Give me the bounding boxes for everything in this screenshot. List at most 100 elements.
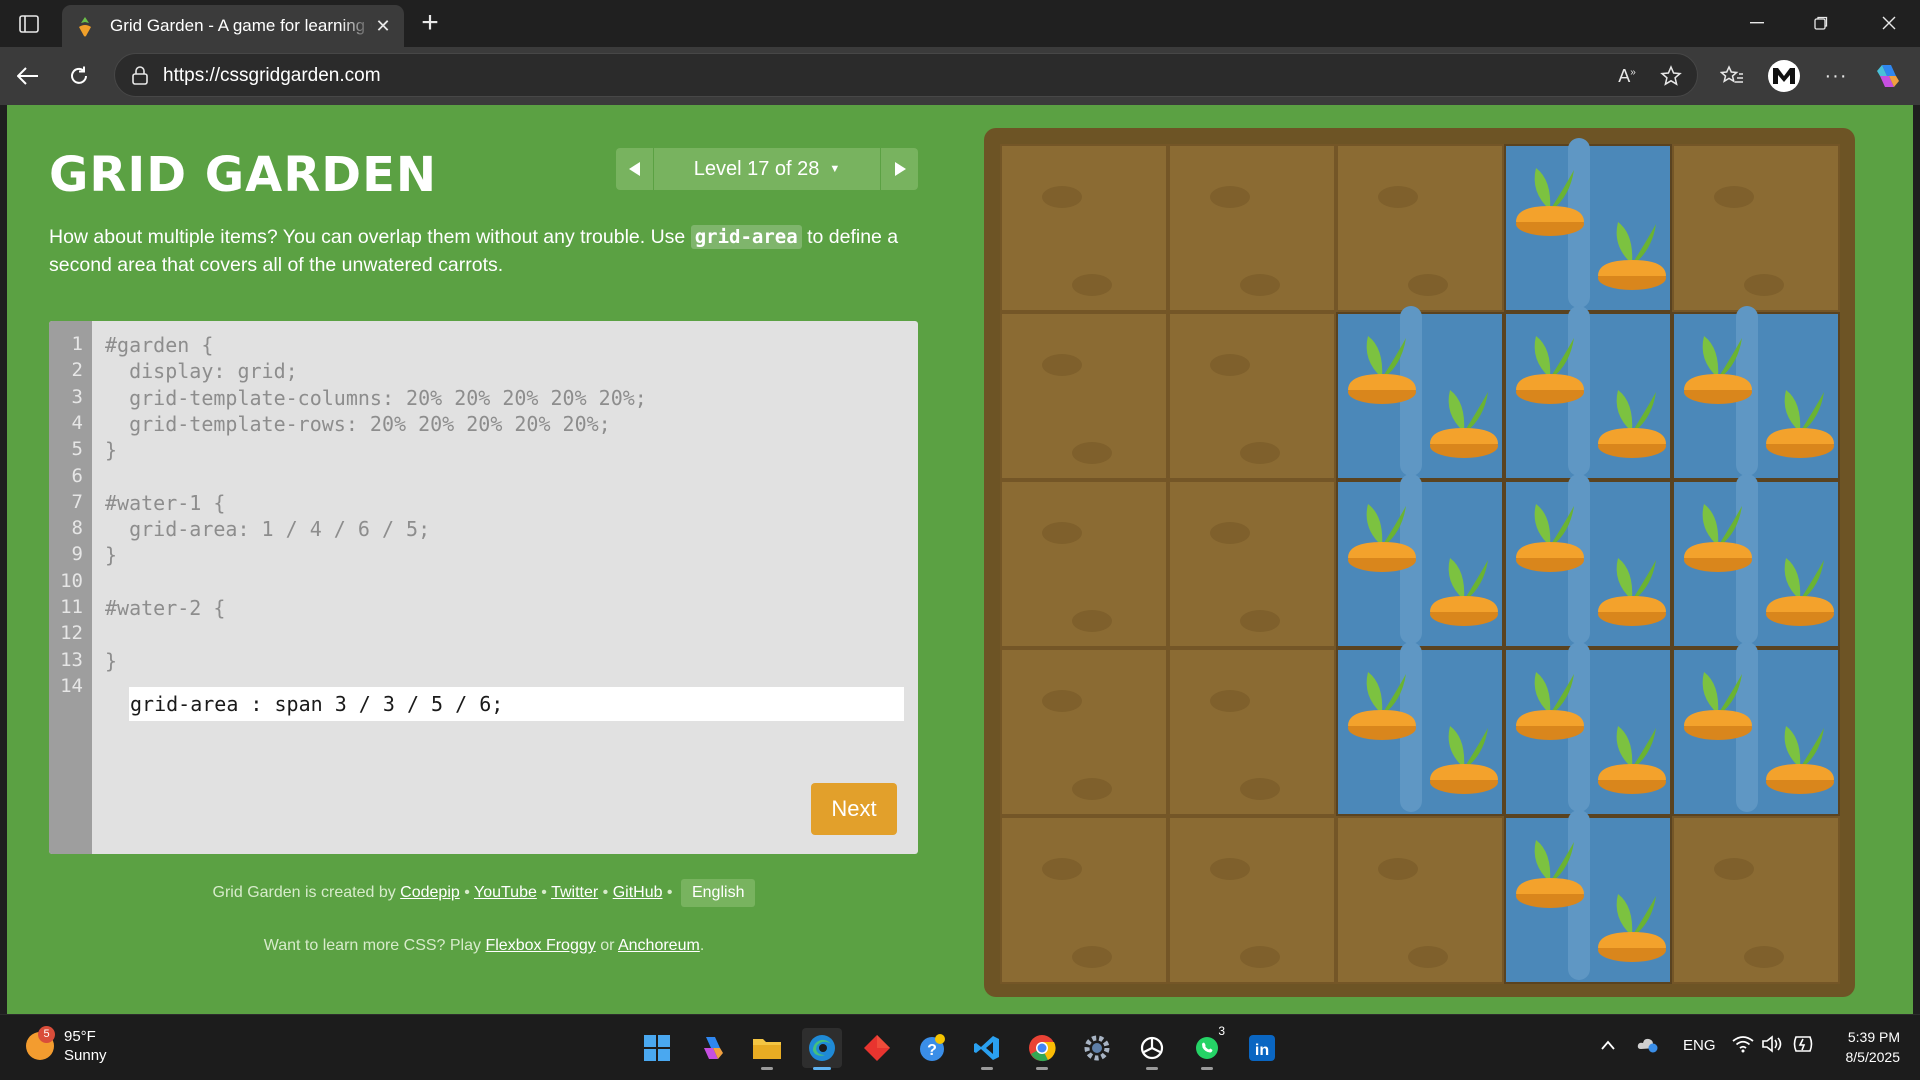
line-number: 5 bbox=[71, 438, 83, 461]
navigation-bar: https://cssgridgarden.com A» ··· bbox=[0, 47, 1920, 105]
previous-level-icon[interactable] bbox=[616, 148, 654, 190]
battery-icon[interactable] bbox=[1792, 1035, 1814, 1057]
svg-text:?: ? bbox=[927, 1042, 937, 1059]
new-tab-icon[interactable]: + bbox=[414, 8, 446, 40]
start-icon[interactable] bbox=[637, 1028, 677, 1068]
copilot-icon[interactable] bbox=[1872, 60, 1904, 92]
site-info-icon[interactable] bbox=[131, 66, 149, 86]
level-navigation: Level 17 of 28 ▼ bbox=[616, 148, 918, 190]
whatsapp-icon[interactable]: 3 bbox=[1187, 1024, 1227, 1070]
language-button[interactable]: English bbox=[680, 879, 756, 907]
line-number: 1 bbox=[71, 333, 83, 355]
carrot bbox=[1766, 558, 1834, 626]
line-number: 8 bbox=[71, 517, 83, 540]
vscode-icon[interactable] bbox=[967, 1028, 1007, 1070]
code-line: } bbox=[105, 543, 118, 568]
github-link[interactable]: GitHub bbox=[613, 884, 663, 901]
input-language[interactable]: ENG bbox=[1683, 1037, 1716, 1054]
temperature: 95°F bbox=[64, 1028, 96, 1045]
tab-actions-button[interactable] bbox=[12, 10, 46, 38]
carrot bbox=[1430, 390, 1498, 458]
code-line: grid-template-columns: 20% 20% 20% 20% 2… bbox=[105, 385, 647, 410]
clock[interactable]: 5:39 PM 8/5/2025 bbox=[1820, 1027, 1901, 1067]
restore-icon[interactable] bbox=[1798, 8, 1844, 38]
twitter-link[interactable]: Twitter bbox=[551, 884, 598, 901]
promo-text: Want to learn more CSS? Play Flexbox Fro… bbox=[263, 937, 705, 954]
carrot bbox=[1598, 222, 1666, 290]
carrot bbox=[1684, 336, 1752, 404]
copilot-app-icon[interactable] bbox=[692, 1028, 732, 1068]
line-number: 11 bbox=[60, 596, 83, 618]
line-number: 4 bbox=[71, 411, 83, 434]
line-number: 7 bbox=[71, 490, 83, 513]
carrot bbox=[1684, 672, 1752, 740]
css-editor: 1 2 3 4 5 6 7 8 9 10 11 12 13 14 #garden { display: g… bbox=[49, 321, 918, 854]
more-options-icon[interactable]: ··· bbox=[1820, 60, 1852, 92]
line-number: 6 bbox=[71, 464, 83, 487]
svg-text:in: in bbox=[1255, 1042, 1269, 1059]
address-bar[interactable]: https://cssgridgarden.com A» bbox=[114, 53, 1698, 97]
code-line: } bbox=[105, 648, 118, 673]
date: 8/5/2025 bbox=[1845, 1049, 1901, 1065]
time: 5:39 PM bbox=[1847, 1029, 1900, 1045]
carrot-layer bbox=[1348, 168, 1834, 962]
favorite-star-icon[interactable] bbox=[1659, 64, 1683, 88]
code-line: grid-area: 1 / 4 / 6 / 5; bbox=[105, 517, 431, 542]
chatgpt-icon[interactable] bbox=[1132, 1028, 1172, 1070]
code-line: #water-1 { bbox=[105, 490, 226, 515]
url-text[interactable]: https://cssgridgarden.com bbox=[163, 65, 381, 87]
show-hidden-icons-icon[interactable] bbox=[1601, 1037, 1615, 1054]
edge-browser-icon[interactable] bbox=[802, 1028, 842, 1070]
anchoreum-link[interactable]: Anchoreum bbox=[618, 937, 700, 954]
tab-bar: Grid Garden - A game for learning CSS gr… bbox=[0, 0, 1920, 47]
weather-badge: 5 bbox=[38, 1026, 55, 1043]
wifi-icon[interactable] bbox=[1732, 1035, 1754, 1057]
chrome-icon[interactable] bbox=[1022, 1028, 1062, 1070]
carrot bbox=[1348, 336, 1416, 404]
carrot bbox=[1516, 504, 1584, 572]
weather-widget[interactable]: 5 95°F Sunny bbox=[26, 1026, 107, 1065]
carrot-favicon-icon bbox=[79, 17, 91, 37]
code-line: } bbox=[105, 438, 118, 463]
level-indicator[interactable]: Level 17 of 28 ▼ bbox=[654, 148, 880, 190]
volume-icon[interactable] bbox=[1762, 1035, 1784, 1057]
youtube-link[interactable]: YouTube bbox=[474, 884, 537, 901]
next-level-icon[interactable] bbox=[880, 148, 918, 190]
level-dropdown-icon: ▼ bbox=[829, 163, 841, 175]
active-tab[interactable]: Grid Garden - A game for learning CSS gr… bbox=[62, 5, 404, 47]
page-content: GRID GARDEN Level 17 of 28 ▼ How about m… bbox=[7, 105, 1913, 1014]
back-icon[interactable] bbox=[12, 60, 44, 92]
codepip-link[interactable]: Codepip bbox=[400, 884, 460, 901]
refresh-icon[interactable] bbox=[63, 60, 95, 92]
close-window-icon[interactable] bbox=[1866, 8, 1912, 38]
credits: Grid Garden is created by Codepip • YouT… bbox=[49, 879, 919, 907]
minimize-icon[interactable] bbox=[1734, 8, 1780, 38]
sun-icon: 5 bbox=[26, 1026, 55, 1060]
favorites-icon[interactable] bbox=[1716, 60, 1748, 92]
code-line: grid-template-rows: 20% 20% 20% 20% 20%; bbox=[105, 411, 611, 436]
answer-input[interactable] bbox=[129, 687, 904, 721]
onedrive-status-icon[interactable] bbox=[1637, 1035, 1659, 1057]
line-number: 14 bbox=[60, 674, 83, 697]
garden-board bbox=[984, 128, 1855, 997]
whatsapp-badge: 3 bbox=[1218, 1024, 1225, 1038]
app-diamond-icon[interactable] bbox=[857, 1028, 897, 1068]
file-explorer-icon[interactable] bbox=[747, 1028, 787, 1070]
flexbox-froggy-link[interactable]: Flexbox Froggy bbox=[485, 937, 595, 954]
close-tab-icon[interactable]: ✕ bbox=[372, 16, 394, 37]
weather-condition: Sunny bbox=[64, 1047, 107, 1064]
carrot bbox=[1766, 726, 1834, 794]
instructions-code: grid-area bbox=[690, 225, 802, 249]
taskbar: 5 95°F Sunny ? 3 in ENG 5:39 PM 8/5/2025 bbox=[0, 1014, 1920, 1080]
carrot bbox=[1348, 504, 1416, 572]
game-title: GRID GARDEN bbox=[49, 147, 438, 203]
next-button[interactable]: Next bbox=[811, 783, 897, 835]
help-app-icon[interactable]: ? bbox=[912, 1028, 952, 1068]
tab-title: Grid Garden - A game for learning CSS gr… bbox=[110, 16, 372, 35]
linkedin-icon[interactable]: in bbox=[1242, 1028, 1282, 1068]
read-aloud-icon[interactable]: A» bbox=[1615, 64, 1639, 88]
carrot bbox=[1598, 894, 1666, 962]
settings-gear-icon[interactable] bbox=[1077, 1028, 1117, 1068]
extension-icon[interactable] bbox=[1768, 60, 1800, 92]
carrot bbox=[1598, 558, 1666, 626]
